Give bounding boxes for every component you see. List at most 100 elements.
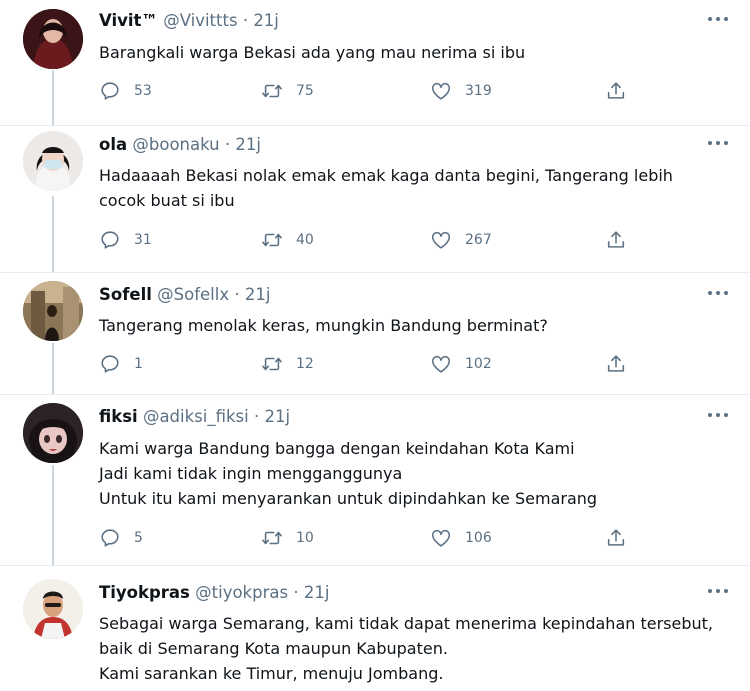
- reply-icon: [101, 355, 119, 373]
- retweet-button[interactable]: 40: [261, 228, 314, 252]
- display-name[interactable]: Vivit™: [99, 11, 158, 30]
- more-options-icon[interactable]: [706, 581, 730, 601]
- reply-icon: [101, 529, 119, 547]
- reply-button[interactable]: 31: [99, 228, 152, 252]
- reply-button[interactable]: 53: [99, 79, 152, 103]
- thread-line: [52, 196, 54, 273]
- like-button[interactable]: 106: [430, 526, 492, 550]
- tweet-actions: 53 75 319: [99, 79, 639, 103]
- separator-dot: ·: [224, 135, 231, 154]
- display-name[interactable]: Tiyokpras: [99, 583, 190, 602]
- avatar-photo: [23, 281, 83, 341]
- retweet-icon: [262, 233, 282, 247]
- more-options-icon[interactable]: [706, 133, 730, 153]
- like-button[interactable]: 102: [430, 352, 492, 376]
- reply-count: 53: [134, 83, 152, 99]
- retweet-icon: [262, 531, 282, 545]
- retweet-count: 75: [296, 83, 314, 99]
- tweet-text: Kami warga Bandung bangga dengan keindah…: [99, 436, 597, 511]
- like-button[interactable]: 267: [430, 228, 492, 252]
- tweet-header: Sofell @Sofellx · 21j: [99, 284, 270, 306]
- tweet[interactable]: Vivit™ @Vivittts · 21j Barangkali warga …: [0, 0, 750, 126]
- reply-button[interactable]: 5: [99, 526, 143, 550]
- timestamp[interactable]: 21j: [264, 407, 290, 426]
- tweet[interactable]: Tiyokpras @tiyokpras · 21j Sebagai warga…: [0, 566, 750, 691]
- tweet[interactable]: Sofell @Sofellx · 21j Tangerang menolak …: [0, 273, 750, 395]
- tweet-line: Hadaaaah Bekasi nolak emak emak kaga dan…: [99, 166, 673, 185]
- avatar[interactable]: [23, 9, 83, 69]
- thread-line: [52, 70, 54, 126]
- timestamp[interactable]: 21j: [245, 285, 271, 304]
- tweet[interactable]: fiksi @adiksi_fiksi · 21j Kami warga Ban…: [0, 395, 750, 566]
- user-handle[interactable]: @Vivittts: [163, 11, 237, 30]
- avatar-photo: [23, 579, 83, 639]
- share-icon: [607, 529, 625, 546]
- heart-icon: [431, 231, 451, 249]
- retweet-button[interactable]: 75: [261, 79, 314, 103]
- retweet-icon: [262, 357, 282, 371]
- separator-dot: ·: [234, 285, 240, 304]
- tweet-text: Sebagai warga Semarang, kami tidak dapat…: [99, 611, 713, 686]
- like-count: 267: [465, 232, 492, 248]
- separator-dot: ·: [293, 583, 299, 602]
- like-button[interactable]: 319: [430, 79, 492, 103]
- timestamp[interactable]: 21j: [253, 11, 279, 30]
- tweet-actions: 5 10 106: [99, 526, 639, 550]
- tweet-line: Jadi kami tidak ingin mengganggunya: [99, 464, 403, 483]
- share-icon: [607, 355, 625, 372]
- tweet-header: ola @boonaku · 21j: [99, 134, 261, 156]
- share-button[interactable]: [605, 526, 627, 550]
- more-options-icon[interactable]: [706, 9, 730, 29]
- retweet-count: 40: [296, 232, 314, 248]
- retweet-count: 12: [296, 356, 314, 372]
- share-button[interactable]: [605, 352, 627, 376]
- separator-dot: ·: [253, 407, 260, 426]
- tweet-actions: 31 40 267: [99, 228, 639, 252]
- tweet-header: fiksi @adiksi_fiksi · 21j: [99, 406, 290, 428]
- share-button[interactable]: [605, 79, 627, 103]
- tweet-line: Sebagai warga Semarang, kami tidak dapat…: [99, 614, 714, 633]
- avatar[interactable]: [23, 579, 83, 639]
- heart-icon: [431, 355, 451, 373]
- user-handle[interactable]: @Sofellx: [157, 285, 229, 304]
- display-name[interactable]: ola: [99, 135, 127, 154]
- reply-icon: [101, 82, 119, 100]
- retweet-count: 10: [296, 530, 314, 546]
- timestamp[interactable]: 21j: [304, 583, 330, 602]
- avatar[interactable]: [23, 403, 83, 463]
- reply-count: 31: [134, 232, 152, 248]
- user-handle[interactable]: @tiyokpras: [195, 583, 288, 602]
- tweet[interactable]: ola @boonaku · 21j Hadaaaah Bekasi nolak…: [0, 126, 750, 273]
- avatar-photo: [23, 9, 83, 69]
- display-name[interactable]: Sofell: [99, 285, 152, 304]
- separator-dot: ·: [242, 11, 249, 30]
- more-options-icon[interactable]: [706, 405, 730, 425]
- retweet-button[interactable]: 12: [261, 352, 314, 376]
- user-handle[interactable]: @boonaku: [132, 135, 219, 154]
- avatar[interactable]: [23, 281, 83, 341]
- tweet-line: baik di Semarang Kota maupun Kabupaten.: [99, 639, 448, 658]
- avatar-photo: [23, 131, 83, 191]
- thread-line: [52, 465, 54, 566]
- tweet-line: Kami warga Bandung bangga dengan keindah…: [99, 439, 575, 458]
- share-button[interactable]: [605, 228, 627, 252]
- retweet-button[interactable]: 10: [261, 526, 314, 550]
- display-name[interactable]: fiksi: [99, 407, 138, 426]
- tweet-text: Hadaaaah Bekasi nolak emak emak kaga dan…: [99, 163, 673, 213]
- like-count: 102: [465, 356, 492, 372]
- tweet-line: Untuk itu kami menyarankan untuk dipinda…: [99, 489, 598, 508]
- reply-count: 5: [134, 530, 143, 546]
- user-handle[interactable]: @adiksi_fiksi: [143, 407, 249, 426]
- reply-button[interactable]: 1: [99, 352, 143, 376]
- more-options-icon[interactable]: [706, 283, 730, 303]
- tweet-line: cocok buat si ibu: [99, 191, 235, 210]
- avatar[interactable]: [23, 131, 83, 191]
- like-count: 319: [465, 83, 492, 99]
- timestamp[interactable]: 21j: [235, 135, 261, 154]
- share-icon: [607, 231, 625, 248]
- tweet-line: Kami sarankan ke Timur, menuju Jombang.: [99, 664, 444, 683]
- reply-icon: [101, 231, 119, 249]
- thread-line: [52, 343, 54, 395]
- share-icon: [607, 82, 625, 99]
- tweet-text: Tangerang menolak keras, mungkin Bandung…: [99, 313, 548, 338]
